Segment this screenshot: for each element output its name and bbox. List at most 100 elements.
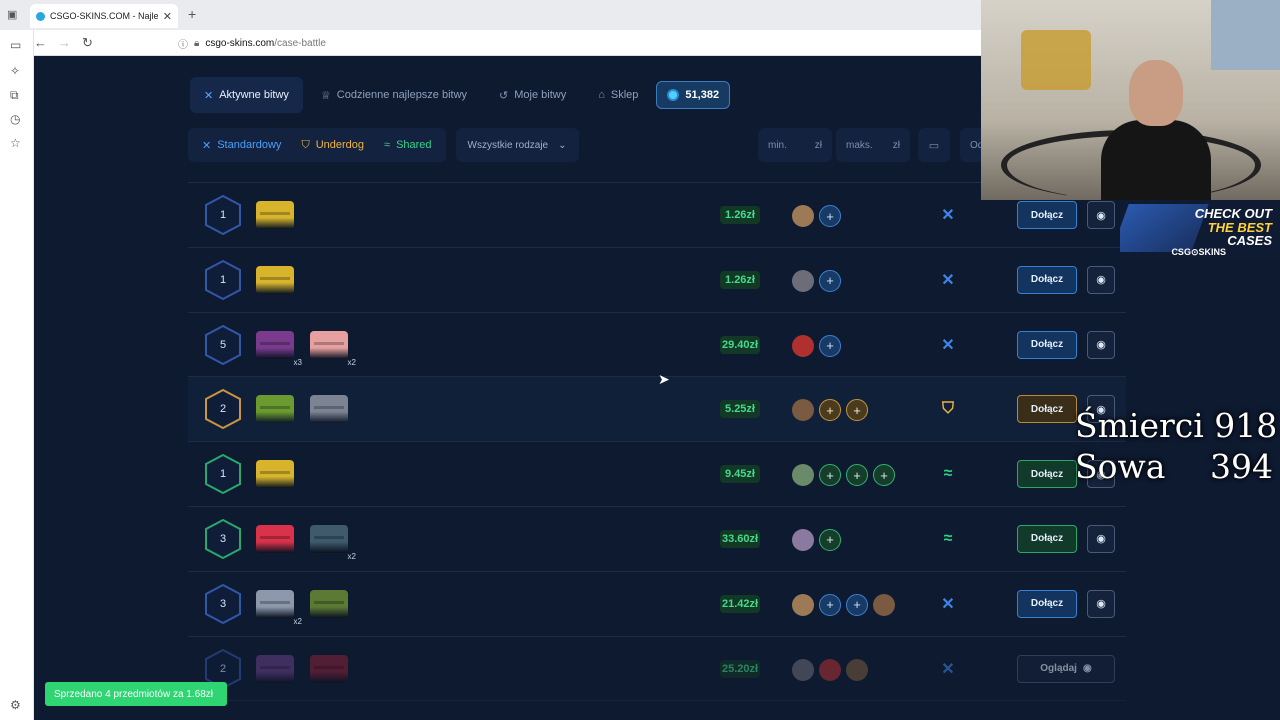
- webcam-feed: [981, 0, 1280, 200]
- case-icon[interactable]: [256, 265, 294, 294]
- tab-list-icon[interactable]: ▣: [7, 8, 17, 21]
- battle-row: 2 5.25zł + + ⛉ Dołącz ◉: [188, 377, 1126, 443]
- case-icon[interactable]: x2: [310, 524, 356, 561]
- tab-shop[interactable]: ⌂ Sklep: [584, 77, 652, 113]
- battle-row: 1 1.26zł + ✕ Dołącz ◉: [188, 248, 1126, 313]
- reload-icon[interactable]: ↻: [82, 35, 93, 51]
- case-icon[interactable]: [256, 395, 294, 424]
- toast-notification: Sprzedano 4 przedmiotów za 1.68zł: [45, 682, 227, 706]
- filter-underdog[interactable]: ⛉ Underdog: [291, 139, 374, 152]
- join-button[interactable]: Dołącz: [1017, 395, 1077, 424]
- join-slot-plus-icon[interactable]: +: [819, 528, 841, 551]
- min-price-field[interactable]: min. zł: [758, 128, 832, 162]
- case-icon[interactable]: [256, 460, 294, 489]
- join-button[interactable]: Dołącz: [1017, 201, 1077, 229]
- filter-standard[interactable]: ✕ Standardowy: [192, 139, 291, 152]
- round-count: 1: [219, 209, 227, 221]
- join-slot-plus-icon[interactable]: +: [819, 593, 841, 616]
- copilot-icon[interactable]: ✧: [10, 64, 20, 78]
- back-icon[interactable]: ←: [34, 35, 47, 50]
- currency-label: zł: [892, 139, 900, 151]
- battle-price: 1.26zł: [720, 270, 760, 289]
- join-slot-plus-icon[interactable]: +: [873, 464, 895, 487]
- eye-icon[interactable]: ◉: [1087, 265, 1115, 294]
- tab-title: CSGO-SKINS.COM - Najlepsze: [50, 11, 158, 21]
- streamer-head: [1129, 60, 1183, 126]
- player-avatar: [792, 658, 814, 681]
- case-icon[interactable]: x2: [310, 330, 356, 367]
- forward-icon[interactable]: →: [58, 35, 71, 50]
- tab-active-battles[interactable]: ✕ Aktywne bitwy: [190, 77, 303, 113]
- deaths-label: Śmierci: [1075, 406, 1204, 445]
- lock-icon: 🔒︎: [194, 37, 200, 49]
- battle-price: 29.40zł: [720, 335, 760, 354]
- deaths-counter: Śmierci 918: [1075, 406, 1277, 445]
- history-icon[interactable]: ◷: [10, 112, 20, 126]
- case-icon[interactable]: [256, 654, 294, 683]
- battle-row: 5 x3 x2 29.40zł + ✕ Dołącz ◉: [188, 313, 1126, 378]
- join-slot-plus-icon[interactable]: +: [846, 399, 868, 422]
- max-placeholder: maks.: [846, 139, 873, 151]
- watch-button[interactable]: Oglądaj ◉: [1017, 654, 1115, 683]
- join-button[interactable]: Dołącz: [1017, 265, 1077, 294]
- favicon-icon: [36, 11, 45, 21]
- new-tab-icon[interactable]: +: [188, 6, 196, 22]
- case-list: [256, 460, 294, 489]
- eye-icon[interactable]: ◉: [1087, 330, 1115, 359]
- case-list: [256, 265, 294, 294]
- favorites-icon[interactable]: ☆: [10, 136, 21, 150]
- player-slots: +: [792, 334, 841, 357]
- player-avatar: [792, 399, 814, 422]
- eye-icon[interactable]: ◉: [1087, 524, 1115, 553]
- browser-tab[interactable]: CSGO-SKINS.COM - Najlepsze ✕: [30, 4, 178, 28]
- case-icon[interactable]: x2: [256, 589, 302, 626]
- join-button[interactable]: Dołącz: [1017, 589, 1077, 618]
- case-multiplier: x2: [347, 551, 356, 561]
- collections-icon[interactable]: ⧉: [10, 88, 19, 103]
- join-button[interactable]: Dołącz: [1017, 330, 1077, 359]
- join-slot-plus-icon[interactable]: +: [819, 334, 841, 357]
- owl-value: 394: [1210, 447, 1273, 486]
- join-slot-plus-icon[interactable]: +: [846, 464, 868, 487]
- case-icon[interactable]: [256, 524, 294, 553]
- streamer-body: [1101, 120, 1211, 200]
- url-host: csgo-skins.com: [205, 37, 275, 49]
- join-slot-plus-icon[interactable]: +: [819, 399, 841, 422]
- join-slot-plus-icon[interactable]: +: [846, 593, 868, 616]
- filter-label: Shared: [396, 139, 432, 151]
- url-field[interactable]: ⓘ 🔒︎ csgo-skins.com/case-battle: [178, 34, 326, 52]
- kind-select[interactable]: Wszystkie rodzaje ⌄: [455, 128, 579, 162]
- sidebar-toggle-icon[interactable]: ▭: [10, 38, 21, 52]
- player-slots: [792, 658, 868, 681]
- site-info-icon[interactable]: ⓘ: [178, 36, 188, 51]
- player-avatar: [792, 593, 814, 616]
- filter-shared[interactable]: ≈ Shared: [374, 139, 442, 151]
- eye-icon[interactable]: ◉: [1087, 201, 1115, 229]
- case-icon[interactable]: [310, 589, 348, 618]
- close-tab-icon[interactable]: ✕: [163, 10, 172, 23]
- calendar-icon: ▭: [928, 139, 940, 152]
- battle-list: 1 1.26zł + ✕ Dołącz ◉ 1 1.26zł + ✕ Dołącz ◉ 5 x3 x2 29.…: [188, 182, 1126, 702]
- max-price-field[interactable]: maks. zł: [836, 128, 910, 162]
- eye-icon[interactable]: ◉: [1087, 589, 1115, 618]
- case-icon[interactable]: [310, 654, 348, 683]
- tab-my-battles[interactable]: ↺ Moje bitwy: [485, 77, 580, 113]
- eye-icon: ◉: [1082, 663, 1092, 675]
- round-hex-badge: 1: [204, 454, 242, 495]
- join-slot-plus-icon[interactable]: +: [819, 205, 841, 227]
- case-icon[interactable]: x3: [256, 330, 302, 367]
- join-button[interactable]: Dołącz: [1017, 460, 1077, 489]
- join-slot-plus-icon[interactable]: +: [819, 464, 841, 487]
- player-avatar: [792, 528, 814, 551]
- balance-badge[interactable]: 51,382: [656, 81, 731, 109]
- round-count: 2: [219, 403, 227, 416]
- join-slot-plus-icon[interactable]: +: [819, 269, 841, 292]
- player-avatar: [792, 464, 814, 487]
- case-icon[interactable]: [310, 395, 348, 424]
- calendar-button[interactable]: ▭: [918, 128, 950, 162]
- settings-icon[interactable]: ⚙: [10, 698, 21, 712]
- case-icon[interactable]: [256, 201, 294, 229]
- tab-daily-best[interactable]: ♕ Codzienne najlepsze bitwy: [307, 77, 481, 113]
- player-avatar: [873, 593, 895, 616]
- join-button[interactable]: Dołącz: [1017, 524, 1077, 553]
